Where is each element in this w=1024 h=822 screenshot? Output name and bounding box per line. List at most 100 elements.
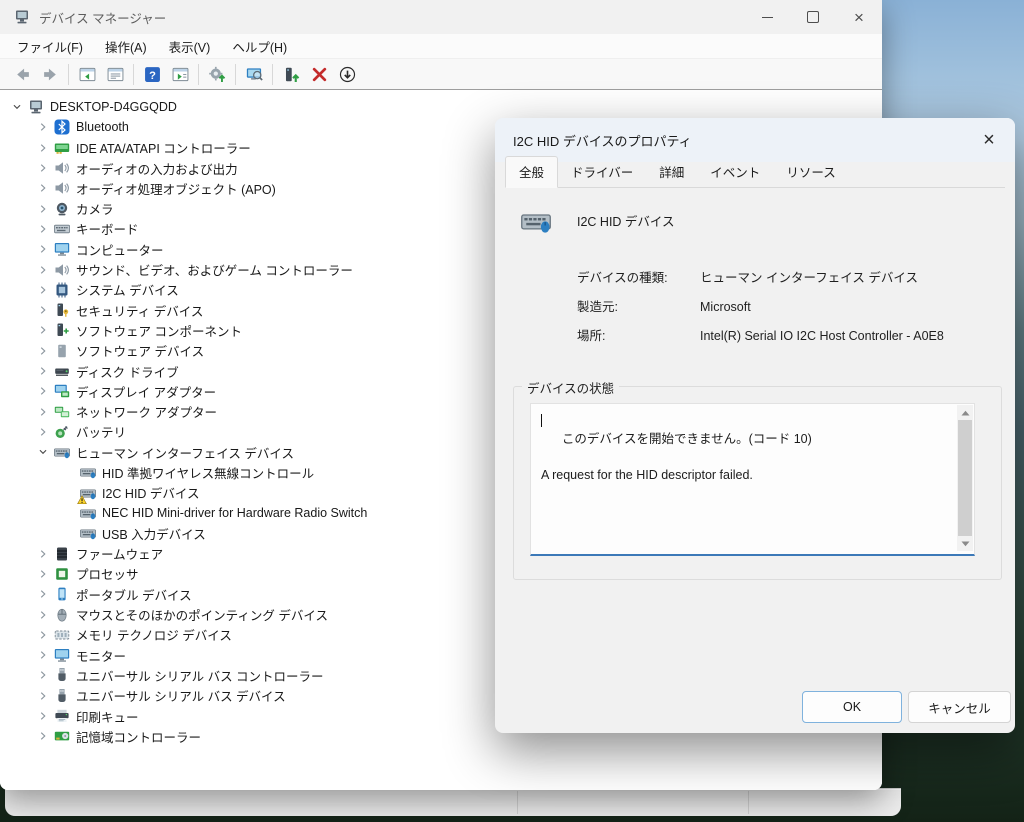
chevron-right-icon[interactable]: [32, 140, 54, 156]
chevron-right-icon[interactable]: [32, 302, 54, 318]
tab-driver[interactable]: ドライバー: [558, 157, 646, 187]
chevron-right-icon[interactable]: [32, 201, 54, 217]
toolbar-remote-computer-icon[interactable]: [240, 62, 268, 87]
scroll-up-icon[interactable]: [957, 405, 973, 420]
audio-icon: [54, 160, 70, 176]
field-label: デバイスの種類:: [577, 271, 668, 285]
chevron-right-icon[interactable]: [32, 607, 54, 623]
chevron-right-icon[interactable]: [32, 586, 54, 602]
chevron-right-icon[interactable]: [32, 322, 54, 338]
toolbar-disable-device-icon[interactable]: [333, 62, 361, 87]
scrollbar-thumb[interactable]: [958, 420, 972, 536]
chevron-right-icon[interactable]: [32, 383, 54, 399]
monitor-icon: [54, 241, 70, 257]
chevron-right-icon[interactable]: [32, 688, 54, 704]
ok-button[interactable]: OK: [802, 691, 902, 723]
tree-item-label: キーボード: [76, 223, 139, 238]
hid-icon: [80, 505, 96, 521]
tree-item-label: サウンド、ビデオ、およびゲーム コントローラー: [76, 264, 353, 279]
maximize-button[interactable]: [790, 0, 836, 34]
titlebar: デバイス マネージャー ×: [0, 0, 882, 34]
camera-icon: [54, 201, 70, 217]
statusbar-divider: [517, 791, 518, 814]
chevron-down-icon[interactable]: [6, 99, 28, 115]
menu-item-1[interactable]: 操作(A): [94, 34, 158, 59]
chevron-right-icon[interactable]: [32, 160, 54, 176]
chevron-right-icon[interactable]: [32, 546, 54, 562]
tree-item-label: セキュリティ デバイス: [76, 304, 204, 319]
tree-item-label: ヒューマン インターフェイス デバイス: [76, 446, 294, 461]
toolbar-forward-icon[interactable]: [36, 62, 64, 87]
field-value: ヒューマン インターフェイス デバイス: [700, 271, 918, 285]
memory-icon: [54, 627, 70, 643]
chevron-right-icon[interactable]: [32, 424, 54, 440]
menu-item-0[interactable]: ファイル(F): [6, 34, 94, 59]
chevron-right-icon[interactable]: [32, 404, 54, 420]
display-icon: [54, 383, 70, 399]
toolbar-separator: [198, 63, 199, 85]
tab-details[interactable]: 詳細: [646, 157, 697, 187]
toolbar-action-pane-icon[interactable]: [166, 62, 194, 87]
toolbar-properties-icon[interactable]: [101, 62, 129, 87]
tree-row[interactable]: DESKTOP-D4GGQDD: [0, 97, 882, 117]
minimize-button[interactable]: [744, 0, 790, 34]
tab-resources[interactable]: リソース: [773, 157, 848, 187]
toolbar-back-icon[interactable]: [8, 62, 36, 87]
cancel-button[interactable]: キャンセル: [908, 691, 1011, 723]
device-status-text[interactable]: このデバイスを開始できません。(コード 10) A request for th…: [530, 403, 975, 556]
chevron-right-icon[interactable]: [32, 647, 54, 663]
field-value: Microsoft: [700, 300, 751, 314]
network-icon: [54, 404, 70, 420]
chevron-right-icon[interactable]: [32, 241, 54, 257]
device-fields: デバイスの種類: ヒューマン インターフェイス デバイス 製造元: Microsoft…: [577, 270, 997, 357]
toolbar-console-tree-icon[interactable]: [73, 62, 101, 87]
chevron-right-icon[interactable]: [32, 708, 54, 724]
menu-item-3[interactable]: ヘルプ(H): [221, 34, 298, 59]
chevron-right-icon[interactable]: [32, 363, 54, 379]
firmware-icon: [54, 546, 70, 562]
chevron-right-icon[interactable]: [32, 566, 54, 582]
chevron-right-icon[interactable]: [32, 343, 54, 359]
chevron-right-icon[interactable]: [32, 728, 54, 744]
chevron-right-icon[interactable]: [32, 180, 54, 196]
tab-events[interactable]: イベント: [697, 157, 773, 187]
menu-item-2[interactable]: 表示(V): [158, 34, 222, 59]
processor-icon: [54, 566, 70, 582]
tree-item-label: バッテリ: [76, 426, 127, 441]
monitor-icon: [54, 647, 70, 663]
tab-general[interactable]: 全般: [505, 156, 559, 188]
chevron-down-icon[interactable]: [32, 444, 54, 460]
chevron-right-icon[interactable]: [32, 282, 54, 298]
hid-device-icon: [515, 206, 557, 236]
warning-icon: [77, 492, 87, 504]
tree-item-label: ファームウェア: [76, 548, 164, 563]
chevron-right-icon[interactable]: [32, 262, 54, 278]
device-status-label: デバイスの状態: [522, 378, 620, 397]
tree-item-label: ディスク ドライブ: [76, 365, 179, 380]
field-label: 場所:: [577, 329, 606, 343]
tree-item-label: ソフトウェア コンポーネント: [76, 324, 242, 339]
chevron-right-icon[interactable]: [32, 667, 54, 683]
toolbar-scan-hardware-changes-icon[interactable]: [203, 62, 231, 87]
tree-item-label: ユニバーサル シリアル バス デバイス: [76, 690, 286, 705]
security-icon: [54, 302, 70, 318]
chevron-right-icon[interactable]: [32, 221, 54, 237]
device-status-groupbox: デバイスの状態 このデバイスを開始できません。(コード 10) A reques…: [513, 378, 1002, 580]
chevron-right-icon[interactable]: [32, 119, 54, 135]
close-button[interactable]: ×: [836, 0, 882, 34]
audio-icon: [54, 262, 70, 278]
dialog-close-button[interactable]: ×: [975, 126, 1003, 154]
bluetooth-icon: [54, 119, 70, 135]
scroll-down-icon[interactable]: [957, 536, 973, 551]
chevron-right-icon[interactable]: [32, 627, 54, 643]
toolbar-update-driver-icon[interactable]: [277, 62, 305, 87]
toolbar-uninstall-device-icon[interactable]: [305, 62, 333, 87]
mouse-icon: [54, 607, 70, 623]
scrollbar[interactable]: [957, 405, 973, 551]
tree-item-label: USB 入力デバイス: [102, 527, 206, 542]
tree-item-label: プロセッサ: [76, 568, 139, 583]
toolbar-help-icon[interactable]: ?: [138, 62, 166, 87]
tree-item-label: モニター: [76, 649, 127, 664]
swcomp-icon: [54, 322, 70, 338]
